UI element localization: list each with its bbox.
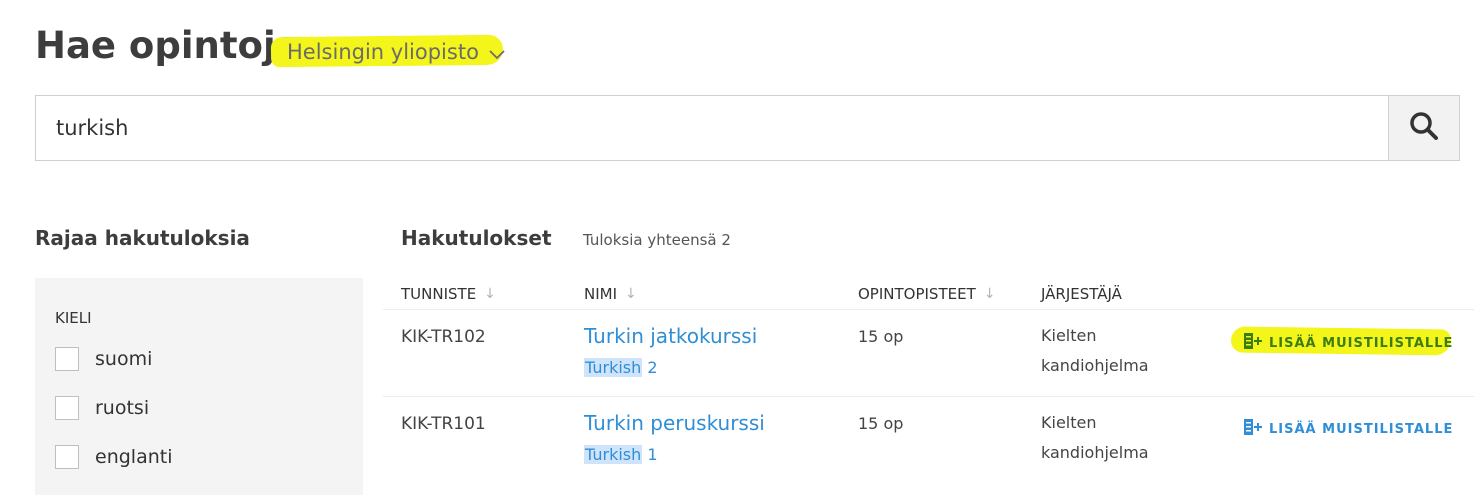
search-bar: turkish [35,95,1460,161]
search-input[interactable]: turkish [56,116,128,140]
search-icon [1409,111,1439,145]
column-label: TUNNISTE [401,285,477,303]
tag-suffix: 1 [642,445,658,464]
column-header-credits[interactable]: OPINTOPISTEET ↓ [858,285,995,303]
course-code: KIK-TR102 [401,327,486,347]
add-to-list-label: LISÄÄ MUISTILISTALLE [1269,335,1454,351]
bookmark-add-icon [1243,418,1263,440]
checkbox-label: englanti [95,446,173,468]
add-to-list-button[interactable]: LISÄÄ MUISTILISTALLE [1243,332,1453,354]
checkbox[interactable] [55,445,79,469]
filter-panel: KIELI suomi ruotsi englanti [35,278,363,495]
add-to-list-label: LISÄÄ MUISTILISTALLE [1269,421,1454,437]
column-header-organizer: JÄRJESTÄJÄ [1041,285,1122,303]
search-button[interactable] [1388,96,1459,160]
column-label: JÄRJESTÄJÄ [1041,285,1122,303]
tag-suffix: 2 [642,358,658,377]
course-tag[interactable]: Turkish 2 [584,358,658,377]
filter-option-englanti[interactable]: englanti [55,444,172,470]
checkbox-label: ruotsi [95,397,150,419]
checkbox[interactable] [55,396,79,420]
column-label: NIMI [584,285,618,303]
checkbox[interactable] [55,347,79,371]
page-title: Hae opintoja [35,24,301,67]
filter-option-ruotsi[interactable]: ruotsi [55,395,149,421]
filter-title: Rajaa hakutuloksia [35,226,250,250]
filter-option-suomi[interactable]: suomi [55,346,152,372]
add-to-list-button[interactable]: LISÄÄ MUISTILISTALLE [1243,418,1453,440]
university-select[interactable]: Helsingin yliopisto [270,34,505,70]
organizer-line: Kielten [1041,326,1097,345]
course-organizer: Kielten kandiohjelma [1041,321,1149,381]
sort-arrow-icon: ↓ [625,286,637,302]
results-title: Hakutulokset [401,226,552,250]
course-credits: 15 op [858,414,904,433]
sort-arrow-icon: ↓ [983,286,996,302]
column-header-code[interactable]: TUNNISTE ↓ [401,285,496,303]
language-filter-label: KIELI [55,309,92,327]
results-count: Tuloksia yhteensä 2 [583,231,731,249]
search-match-highlight: Turkish [584,358,643,377]
course-credits: 15 op [858,327,904,346]
row-divider [383,396,1474,397]
course-name-link[interactable]: Turkin peruskurssi [584,411,765,435]
sort-arrow-icon: ↓ [484,286,496,302]
row-divider [383,309,1474,310]
bookmark-add-icon [1243,332,1263,354]
chevron-down-icon [489,45,505,64]
organizer-line: Kielten [1041,413,1097,432]
course-tag[interactable]: Turkish 1 [584,445,658,464]
course-organizer: Kielten kandiohjelma [1041,408,1149,468]
organizer-line: kandiohjelma [1041,443,1149,462]
organizer-line: kandiohjelma [1041,356,1149,375]
search-match-highlight: Turkish [584,445,643,464]
university-label: Helsingin yliopisto [287,40,479,64]
course-name-link[interactable]: Turkin jatkokurssi [584,324,757,348]
column-label: OPINTOPISTEET [858,285,976,303]
checkbox-label: suomi [95,348,153,370]
course-code: KIK-TR101 [401,414,486,434]
column-header-name[interactable]: NIMI ↓ [584,285,637,303]
